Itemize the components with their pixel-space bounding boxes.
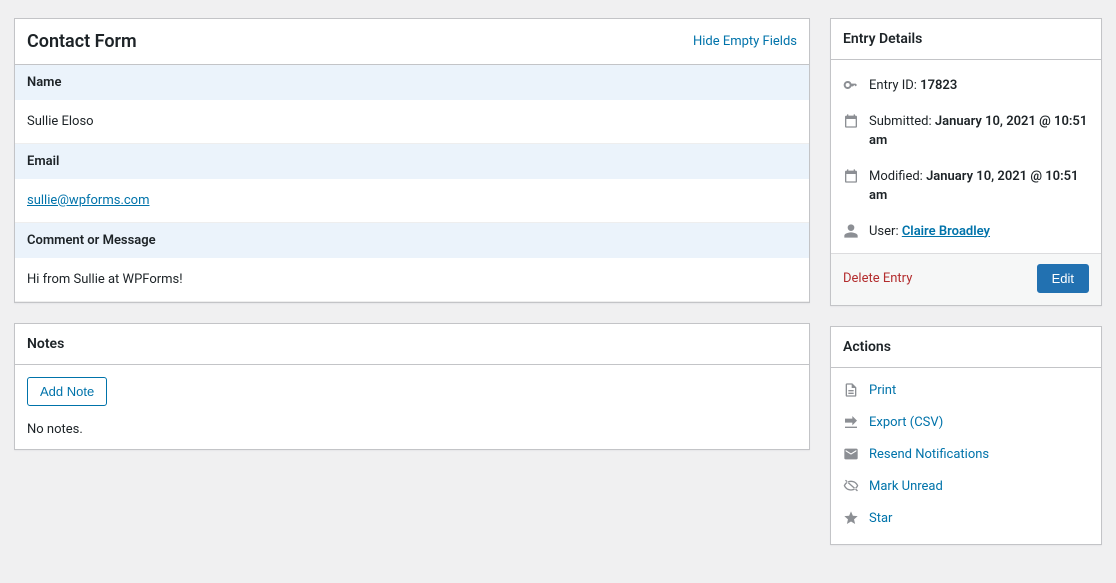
user-icon xyxy=(843,223,859,239)
modified-label: Modified: xyxy=(869,169,926,184)
notes-header: Notes xyxy=(15,324,809,365)
add-note-button[interactable]: Add Note xyxy=(27,377,107,406)
actions-header: Actions xyxy=(831,327,1101,368)
resend-link[interactable]: Resend Notifications xyxy=(869,447,989,462)
action-export: Export (CSV) xyxy=(843,406,1089,438)
actions-box: Actions Print Export (CSV) Resend Notifi… xyxy=(830,326,1102,545)
field-email-row: Email sullie@wpforms.com xyxy=(15,144,809,223)
contact-form-header: Contact Form Hide Empty Fields xyxy=(15,19,809,65)
field-comment-row: Comment or Message Hi from Sullie at WPF… xyxy=(15,223,809,302)
delete-entry-link[interactable]: Delete Entry xyxy=(843,271,912,286)
export-icon xyxy=(843,414,859,430)
notes-title: Notes xyxy=(27,336,64,352)
user-link[interactable]: Claire Broadley xyxy=(902,224,990,239)
field-comment-label: Comment or Message xyxy=(15,223,809,258)
field-comment-value: Hi from Sullie at WPForms! xyxy=(15,258,809,301)
field-name-value: Sullie Eloso xyxy=(15,100,809,143)
action-resend: Resend Notifications xyxy=(843,438,1089,470)
calendar-icon xyxy=(843,113,859,129)
no-notes-text: No notes. xyxy=(27,422,797,437)
contact-form-box: Contact Form Hide Empty Fields Name Sull… xyxy=(14,18,810,303)
contact-form-title: Contact Form xyxy=(27,31,137,52)
field-name-label: Name xyxy=(15,65,809,100)
print-link[interactable]: Print xyxy=(869,383,896,398)
user-label: User: xyxy=(869,224,902,239)
hide-empty-fields-link[interactable]: Hide Empty Fields xyxy=(693,34,797,49)
eye-slash-icon xyxy=(843,478,859,494)
star-link[interactable]: Star xyxy=(869,511,892,526)
entry-id-value: 17823 xyxy=(920,78,957,93)
field-email-value: sullie@wpforms.com xyxy=(15,179,809,222)
edit-button[interactable]: Edit xyxy=(1037,264,1089,293)
entry-id-row: Entry ID: 17823 xyxy=(843,68,1089,104)
mail-icon xyxy=(843,446,859,462)
notes-box: Notes Add Note No notes. xyxy=(14,323,810,450)
entry-details-title: Entry Details xyxy=(843,31,922,47)
entry-details-header: Entry Details xyxy=(831,19,1101,60)
entry-id-label: Entry ID: xyxy=(869,78,920,93)
submitted-label: Submitted: xyxy=(869,114,935,129)
calendar-icon xyxy=(843,168,859,184)
field-email-link[interactable]: sullie@wpforms.com xyxy=(27,193,150,208)
field-name-row: Name Sullie Eloso xyxy=(15,65,809,144)
entry-details-box: Entry Details Entry ID: 17823 Submitted:… xyxy=(830,18,1102,306)
field-email-label: Email xyxy=(15,144,809,179)
mark-unread-link[interactable]: Mark Unread xyxy=(869,479,943,494)
actions-title: Actions xyxy=(843,339,891,355)
user-row: User: Claire Broadley xyxy=(843,214,1089,250)
action-star: Star xyxy=(843,502,1089,534)
action-unread: Mark Unread xyxy=(843,470,1089,502)
export-link[interactable]: Export (CSV) xyxy=(869,415,943,430)
document-icon xyxy=(843,382,859,398)
submitted-row: Submitted: January 10, 2021 @ 10:51 am xyxy=(843,104,1089,159)
key-icon xyxy=(843,77,859,93)
modified-row: Modified: January 10, 2021 @ 10:51 am xyxy=(843,159,1089,214)
action-print: Print xyxy=(843,374,1089,406)
